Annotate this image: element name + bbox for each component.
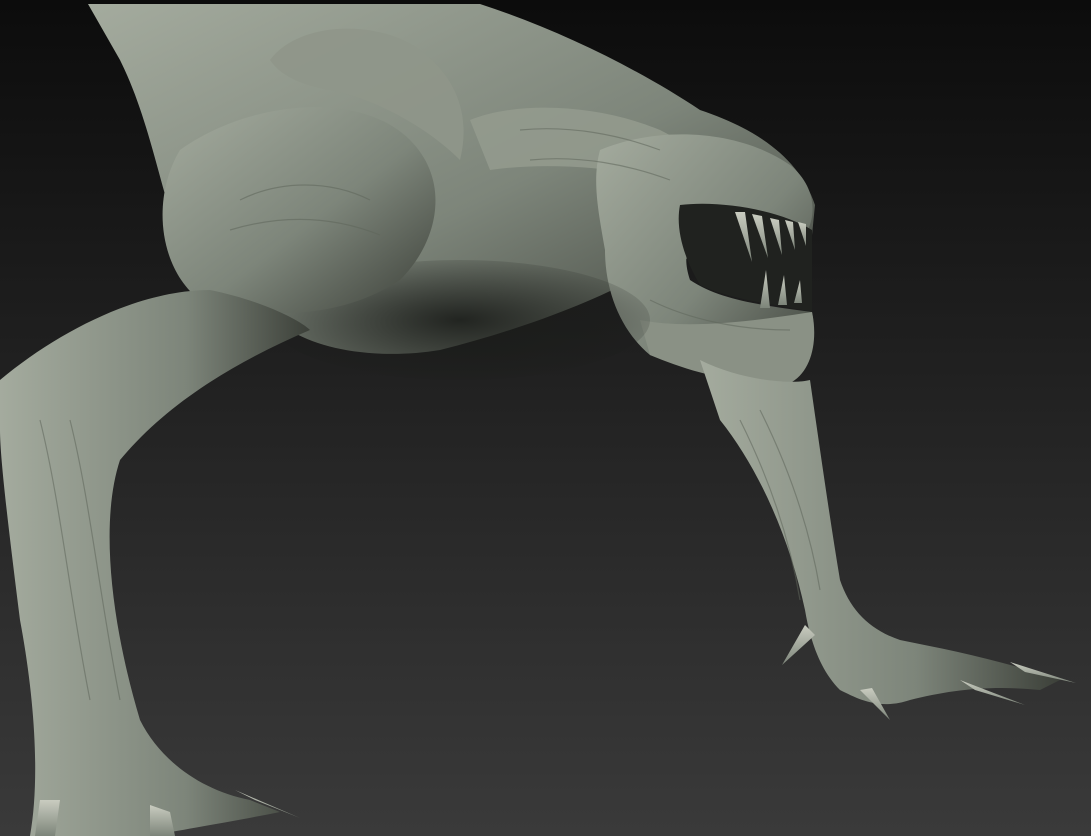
sculpt-viewport[interactable] — [0, 0, 1091, 836]
creature-thigh — [162, 107, 436, 314]
viewport-canvas[interactable] — [0, 0, 1091, 836]
